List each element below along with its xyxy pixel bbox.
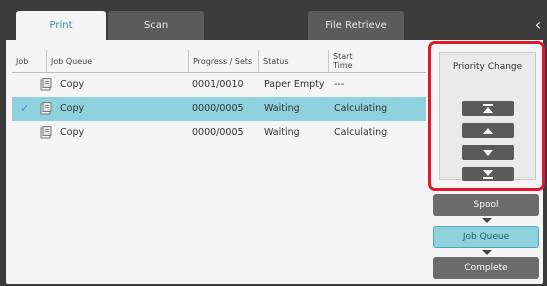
tab-bar: Print Scan File Retrieve ‹ (6, 8, 543, 40)
table-row[interactable]: Copy 0001/0010 Paper Empty --- (12, 73, 426, 97)
priority-change-title: Priority Change (452, 62, 523, 72)
table-row-selected[interactable]: ✓ Copy 0000/0005 Waiting Calculating (12, 97, 426, 121)
job-queue-button[interactable]: Job Queue (433, 226, 539, 248)
tab-print[interactable]: Print (16, 11, 106, 40)
tab-scan[interactable]: Scan (108, 11, 204, 40)
header-start-time-line2: Time (333, 61, 353, 70)
move-up-icon (483, 127, 493, 134)
row-start-time: Calculating (334, 127, 388, 138)
move-down-icon (483, 149, 493, 156)
move-up-button[interactable] (462, 123, 514, 138)
copy-icon (40, 102, 52, 115)
priority-change-highlight: Priority Change (428, 41, 545, 191)
row-progress: 0000/0005 (192, 103, 244, 114)
row-progress: 0001/0010 (192, 79, 244, 90)
header-start-time: Start Time (328, 50, 393, 72)
chevron-down-icon (482, 250, 492, 255)
row-start-time: --- (334, 79, 345, 90)
spool-button[interactable]: Spool (433, 194, 539, 216)
header-status: Status (258, 50, 325, 72)
chevron-down-icon (482, 218, 492, 223)
row-status: Waiting (264, 127, 300, 138)
copy-icon (40, 126, 52, 139)
table-row[interactable]: Copy 0000/0005 Waiting Calculating (12, 121, 426, 145)
row-progress: 0000/0005 (192, 127, 244, 138)
row-job-name: Copy (60, 127, 85, 138)
header-progress: Progress / Sets (188, 50, 258, 72)
move-to-top-button[interactable] (462, 101, 514, 116)
copy-icon (40, 78, 52, 91)
header-job: Job (16, 56, 29, 66)
move-down-button[interactable] (462, 145, 514, 160)
table-header: Job Job Queue Progress / Sets Status Sta… (12, 50, 426, 73)
row-job-name: Copy (60, 103, 85, 114)
check-icon: ✓ (20, 102, 30, 115)
move-to-bottom-button[interactable] (462, 167, 514, 181)
complete-button[interactable]: Complete (433, 257, 539, 279)
priority-change-box: Priority Change (439, 52, 536, 181)
row-status: Paper Empty (264, 79, 325, 90)
move-to-top-icon (483, 103, 493, 113)
row-status: Waiting (264, 103, 300, 114)
row-job-name: Copy (60, 79, 85, 90)
row-start-time: Calculating (334, 103, 388, 114)
header-start-time-line1: Start (333, 52, 353, 61)
move-to-bottom-icon (483, 170, 493, 179)
header-job-queue: Job Queue (46, 50, 181, 72)
tab-file-retrieve[interactable]: File Retrieve (308, 11, 404, 40)
job-table: Job Job Queue Progress / Sets Status Sta… (12, 50, 426, 145)
back-arrow-icon[interactable]: ‹ (531, 13, 545, 37)
job-status-panel: Print Scan File Retrieve ‹ Job Job Queue… (6, 8, 545, 284)
